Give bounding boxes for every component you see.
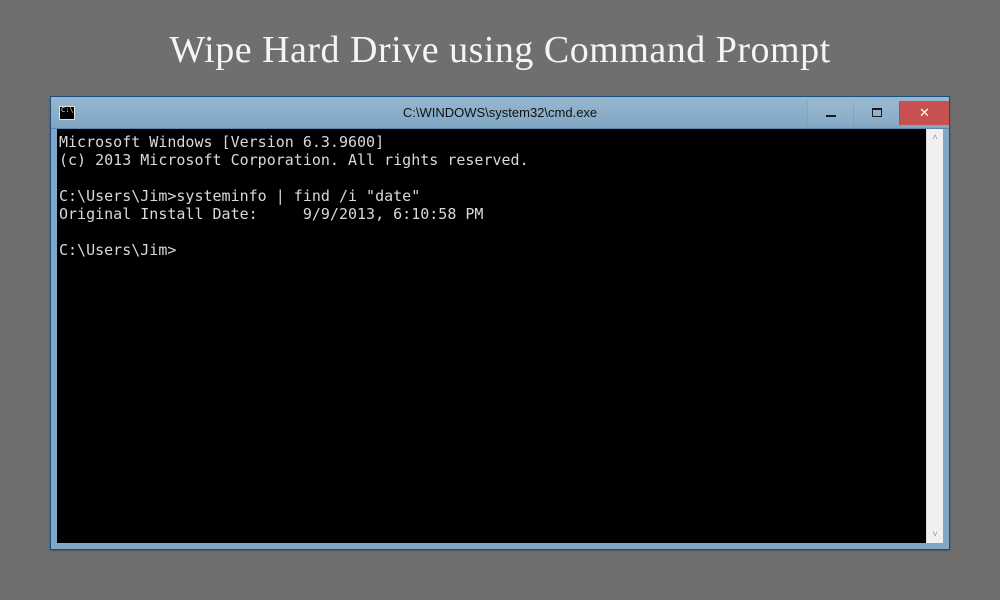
- cmd-window: C:\WINDOWS\system32\cmd.exe ✕ Microsoft …: [50, 96, 950, 550]
- window-client-area: Microsoft Windows [Version 6.3.9600] (c)…: [51, 129, 949, 549]
- chevron-down-icon: ˅: [932, 530, 937, 539]
- minimize-button[interactable]: [807, 101, 853, 125]
- terminal-output[interactable]: Microsoft Windows [Version 6.3.9600] (c)…: [57, 129, 926, 543]
- page: Wipe Hard Drive using Command Prompt C:\…: [0, 0, 1000, 600]
- chevron-up-icon: ˄: [932, 133, 937, 142]
- close-button[interactable]: ✕: [899, 101, 949, 125]
- scroll-up-button[interactable]: ˄: [927, 129, 943, 146]
- scrollbar-track[interactable]: [927, 146, 943, 526]
- close-icon: ✕: [919, 106, 930, 119]
- window-controls: ✕: [807, 101, 949, 125]
- maximize-button[interactable]: [853, 101, 899, 125]
- titlebar[interactable]: C:\WINDOWS\system32\cmd.exe ✕: [51, 97, 949, 129]
- maximize-icon: [872, 108, 882, 117]
- minimize-icon: [826, 115, 836, 117]
- cmd-icon: [59, 106, 75, 120]
- page-heading: Wipe Hard Drive using Command Prompt: [169, 28, 830, 72]
- vertical-scrollbar[interactable]: ˄ ˅: [926, 129, 943, 543]
- scroll-down-button[interactable]: ˅: [927, 526, 943, 543]
